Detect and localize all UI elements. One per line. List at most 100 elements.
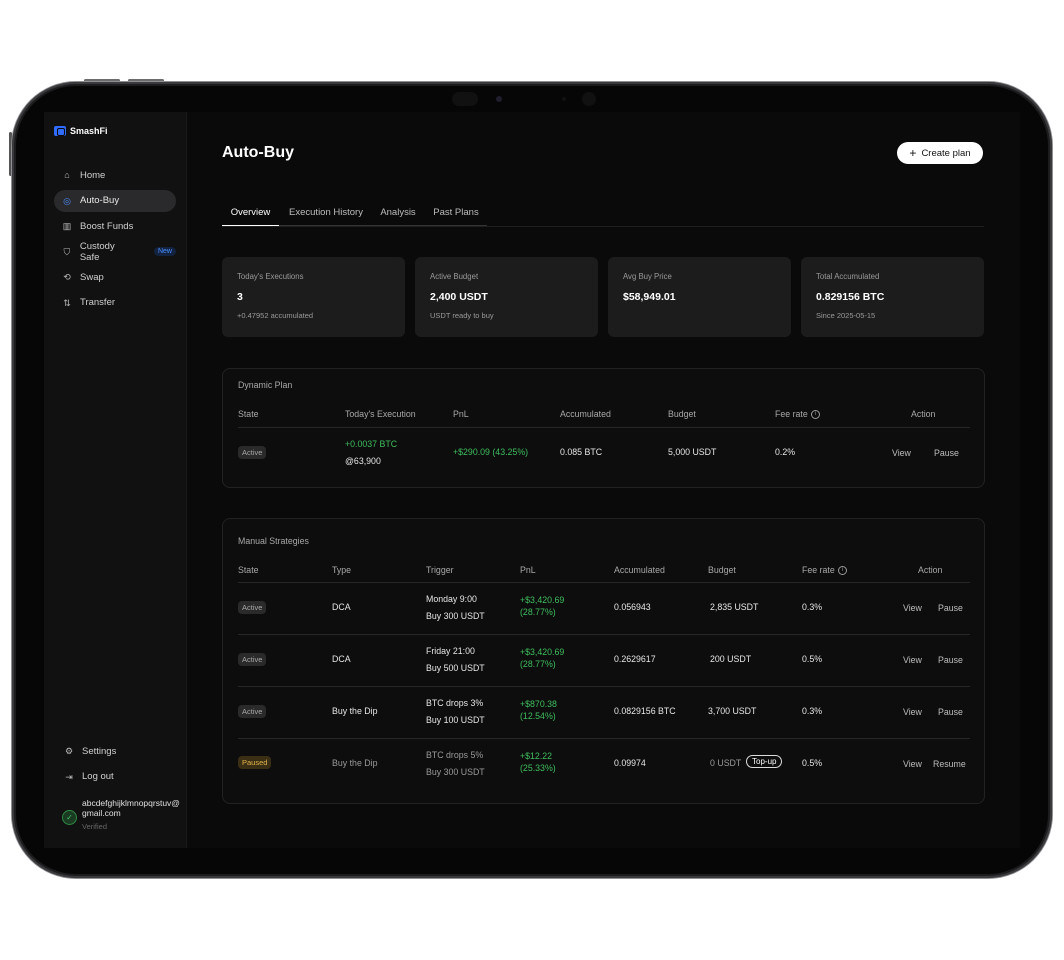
- divider: [238, 582, 970, 583]
- settings-label: Settings: [82, 745, 117, 757]
- fee-value: 0.3%: [802, 602, 823, 612]
- column-header: State: [238, 409, 259, 419]
- stats-cards: Today's Executions 3 +0.47952 accumulate…: [222, 257, 984, 337]
- stat-label: Active Budget: [430, 272, 479, 281]
- pause-button[interactable]: Pause: [938, 655, 963, 665]
- manual-strategies-panel: Manual Strategies State Type Trigger PnL…: [222, 518, 985, 804]
- column-header: Budget: [708, 565, 736, 575]
- stat-card: Avg Buy Price $58,949.01: [608, 257, 791, 337]
- column-header: State: [238, 565, 259, 575]
- execution-amount: +0.0037 BTC: [345, 439, 398, 449]
- top-up-button[interactable]: Top-up: [746, 755, 783, 768]
- transfer-icon: ⇅: [63, 297, 71, 308]
- budget-value: 3,700 USDT: [708, 706, 757, 716]
- fee-value: 0.3%: [802, 706, 823, 716]
- pause-button[interactable]: Pause: [934, 448, 959, 458]
- stat-label: Avg Buy Price: [623, 272, 672, 281]
- tab-analysis[interactable]: Analysis: [378, 200, 418, 225]
- stat-value: $58,949.01: [623, 291, 676, 303]
- sidebar-nav: ⌂ Home ◎ Auto-Buy ▥ Boost Funds ⛉ Custod…: [54, 164, 176, 317]
- trigger-value: BTC drops 3%: [426, 698, 484, 708]
- stat-sub: USDT ready to buy: [430, 311, 494, 320]
- view-button[interactable]: View: [903, 603, 922, 613]
- info-icon[interactable]: i: [810, 410, 820, 420]
- create-plan-button[interactable]: + Create plan: [897, 142, 983, 164]
- sidebar-item-swap[interactable]: ⟲ Swap: [54, 266, 176, 288]
- resume-button[interactable]: Resume: [933, 759, 966, 769]
- sidebar-item-transfer[interactable]: ⇅ Transfer: [54, 292, 176, 314]
- sidebar-item-label: Home: [80, 169, 106, 181]
- accumulated-value: 0.2629617: [614, 654, 656, 664]
- stat-sub: Since 2025-05-15: [816, 311, 876, 320]
- trigger-amount: Buy 100 USDT: [426, 715, 485, 725]
- pnl-percent: (28.77%): [520, 659, 556, 669]
- budget-value: 200 USDT: [710, 654, 752, 664]
- logout-icon: ⇥: [65, 771, 73, 782]
- create-plan-label: Create plan: [921, 147, 971, 159]
- stat-value: 2,400 USDT: [430, 291, 488, 303]
- sidebar-item-auto-buy[interactable]: ◎ Auto-Buy: [54, 189, 176, 212]
- view-button[interactable]: View: [903, 759, 922, 769]
- shield-icon: ⛉: [63, 246, 71, 257]
- verified-check-icon: ✓: [62, 810, 77, 825]
- pnl-value: +$3,420.69: [520, 647, 565, 657]
- logout-link[interactable]: ⇥ Log out: [54, 766, 176, 788]
- accumulated-value: 0.085 BTC: [560, 447, 603, 457]
- pnl-value: +$3,420.69: [520, 595, 565, 605]
- column-header: Trigger: [426, 565, 454, 575]
- accumulated-value: 0.056943: [614, 602, 651, 612]
- stat-sub: +0.47952 accumulated: [237, 311, 314, 320]
- stat-card: Active Budget 2,400 USDT USDT ready to b…: [415, 257, 598, 337]
- stat-value: 0.829156 BTC: [816, 291, 885, 303]
- chart-icon: ▥: [62, 221, 72, 231]
- sidebar-item-home[interactable]: ⌂ Home: [54, 164, 176, 186]
- pause-button[interactable]: Pause: [938, 707, 963, 717]
- budget-value: 5,000 USDT: [668, 447, 717, 457]
- view-button[interactable]: View: [903, 655, 922, 665]
- sidebar-item-label: Auto-Buy: [80, 195, 120, 206]
- settings-link[interactable]: ⚙ Settings: [54, 740, 176, 762]
- fee-value: 0.2%: [775, 447, 796, 457]
- accumulated-value: 0.0829156 BTC: [614, 706, 676, 716]
- budget-value: 0 USDT: [710, 758, 742, 768]
- column-header: Action: [911, 409, 936, 419]
- sidebar-item-label: Boost Funds: [80, 220, 134, 232]
- tab-past-plans[interactable]: Past Plans: [430, 200, 482, 225]
- panel-title: Dynamic Plan: [238, 380, 293, 390]
- logo: SmashFi: [54, 126, 108, 136]
- tab-execution-history[interactable]: Execution History: [286, 200, 366, 225]
- type-value: Buy the Dip: [332, 706, 378, 716]
- pnl-percent: (25.33%): [520, 763, 556, 773]
- info-icon[interactable]: i: [837, 566, 847, 576]
- sidebar-item-label: Custody Safe: [79, 240, 115, 263]
- sidebar-bottom: ⚙ Settings ⇥ Log out: [54, 740, 176, 791]
- column-header: Action: [918, 565, 943, 575]
- trigger-amount: Buy 300 USDT: [426, 767, 485, 777]
- status-badge: Active: [238, 446, 267, 459]
- dynamic-plan-panel: Dynamic Plan State Today's Execution PnL…: [222, 368, 985, 488]
- view-button[interactable]: View: [892, 448, 911, 458]
- pnl-value: +$870.38: [520, 699, 557, 709]
- divider: [238, 686, 970, 687]
- trigger-value: Monday 9:00: [426, 594, 477, 604]
- sidebar-item-custody-safe[interactable]: ⛉ Custody Safe New: [54, 241, 176, 263]
- logout-label: Log out: [82, 771, 114, 782]
- camera-bar: [452, 92, 600, 106]
- user-email: abcdefghijklmnopqrstuv@gmail.com: [82, 798, 180, 818]
- fee-value: 0.5%: [802, 654, 823, 664]
- type-value: DCA: [332, 654, 351, 664]
- trigger-value: Friday 21:00: [426, 646, 475, 656]
- pause-button[interactable]: Pause: [938, 603, 963, 613]
- divider: [238, 427, 970, 428]
- stat-label: Total Accumulated: [816, 272, 880, 281]
- view-button[interactable]: View: [903, 707, 922, 717]
- trigger-amount: Buy 500 USDT: [426, 663, 485, 673]
- pnl-value: +$12.22: [520, 751, 553, 761]
- app-screen: SmashFi ⌂ Home ◎ Auto-Buy ▥ Boost Funds …: [44, 112, 1020, 848]
- sidebar-item-boost-funds[interactable]: ▥ Boost Funds: [54, 215, 176, 237]
- trigger-amount: Buy 300 USDT: [426, 611, 485, 621]
- status-badge: Active: [238, 705, 267, 718]
- column-header: Accumulated: [560, 409, 611, 419]
- home-icon: ⌂: [64, 170, 70, 180]
- tab-overview[interactable]: Overview: [222, 200, 279, 226]
